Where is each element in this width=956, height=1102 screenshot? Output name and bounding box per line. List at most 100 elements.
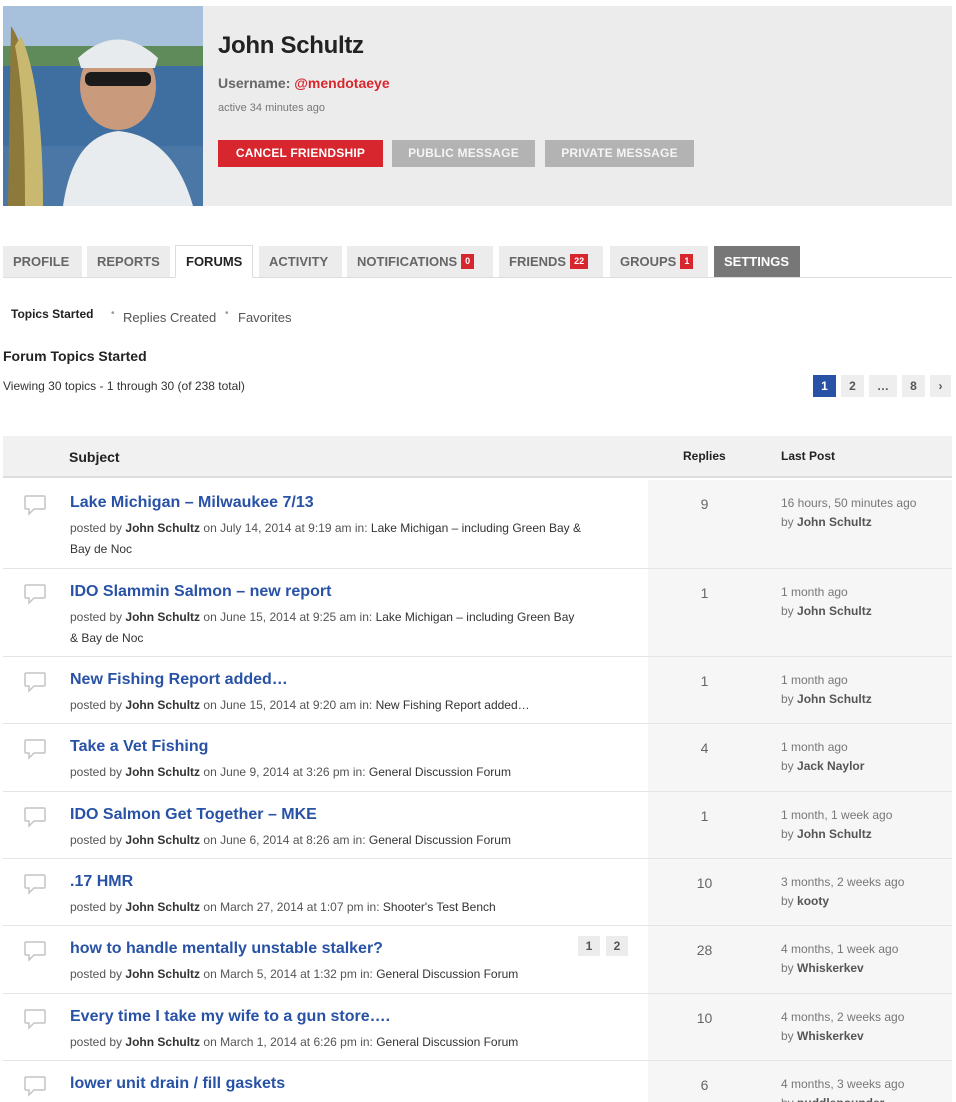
topic-title-link[interactable]: IDO Slammin Salmon – new report (70, 583, 331, 601)
by-label: by (781, 1096, 794, 1102)
last-post: 4 months, 1 week ago by Whiskerkev (781, 940, 898, 978)
last-post-author[interactable]: John Schultz (797, 604, 872, 618)
last-post-time[interactable]: 1 month, 1 week ago (781, 808, 892, 822)
forum-link-continued[interactable]: Bay de Noc (70, 542, 132, 556)
last-post-author[interactable]: Whiskerkev (797, 1029, 864, 1043)
topic-title-link[interactable]: Every time I take my wife to a gun store… (70, 1008, 390, 1026)
last-post-author[interactable]: Whiskerkev (797, 961, 864, 975)
tab-label: REPORTS (97, 254, 160, 269)
tab-label: FRIENDS (509, 254, 567, 269)
in-label: in: (359, 698, 373, 712)
author-link[interactable]: John Schultz (125, 521, 200, 535)
subnav-separator: • (111, 308, 115, 319)
topic-page-1-link[interactable]: 1 (578, 936, 600, 956)
forum-link[interactable]: General Discussion Forum (376, 967, 518, 981)
page-1-link[interactable]: 1 (813, 375, 836, 397)
subnav-topics-started[interactable]: Topics Started (11, 307, 93, 321)
author-link[interactable]: John Schultz (125, 833, 200, 847)
last-post: 1 month ago by John Schultz (781, 671, 872, 709)
by-label: by (781, 827, 794, 841)
by-label: by (781, 894, 794, 908)
forum-link-continued[interactable]: & Bay de Noc (70, 631, 143, 645)
avatar[interactable] (3, 6, 203, 206)
post-date: on March 5, 2014 at 1:32 pm (203, 967, 357, 981)
table-row: IDO Salmon Get Together – MKE posted by … (3, 792, 952, 859)
tab-activity[interactable]: ACTIVITY (259, 246, 342, 277)
chevron-right-icon[interactable]: › (930, 375, 951, 397)
topic-title-link[interactable]: how to handle mentally unstable stalker? (70, 940, 383, 958)
active-status: active 34 minutes ago (218, 102, 326, 114)
username: Username: @mendotaeye (218, 75, 390, 91)
last-post-time[interactable]: 3 months, 2 weeks ago (781, 875, 904, 889)
in-label: in: (352, 765, 366, 779)
forum-link[interactable]: General Discussion Forum (369, 833, 511, 847)
topic-meta: posted by John Schultz on June 15, 2014 … (70, 695, 640, 716)
author-link[interactable]: John Schultz (125, 610, 200, 624)
post-date: on June 15, 2014 at 9:20 am (203, 698, 357, 712)
speech-bubble-icon (24, 584, 46, 605)
page-8-link[interactable]: 8 (902, 375, 925, 397)
topic-title-link[interactable]: .17 HMR (70, 873, 133, 891)
topic-title-link[interactable]: lower unit drain / fill gaskets (70, 1075, 285, 1093)
posted-by-label: posted by (70, 610, 123, 624)
table-row: .17 HMR posted by John Schultz on March … (3, 859, 952, 926)
topic-title-link[interactable]: IDO Salmon Get Together – MKE (70, 806, 317, 824)
topic-title-link[interactable]: Lake Michigan – Milwaukee 7/13 (70, 494, 314, 512)
last-post-time[interactable]: 4 months, 2 weeks ago (781, 1010, 904, 1024)
author-link[interactable]: John Schultz (125, 900, 200, 914)
reply-count: 1 (700, 585, 709, 601)
private-message-button[interactable]: PRIVATE MESSAGE (545, 140, 694, 167)
last-post-time[interactable]: 16 hours, 50 minutes ago (781, 496, 916, 510)
last-post-author[interactable]: Jack Naylor (797, 759, 864, 773)
forum-link[interactable]: New Fishing Report added… (376, 698, 530, 712)
forum-link[interactable]: Lake Michigan – including Green Bay (376, 610, 575, 624)
posted-by-label: posted by (70, 967, 123, 981)
tab-notifications[interactable]: NOTIFICATIONS 0 (347, 246, 493, 277)
last-post: 1 month ago by John Schultz (781, 583, 872, 621)
tab-settings[interactable]: SETTINGS (714, 246, 800, 277)
tab-friends[interactable]: FRIENDS 22 (499, 246, 603, 277)
last-post-author[interactable]: John Schultz (797, 692, 872, 706)
username-handle[interactable]: @mendotaeye (294, 75, 389, 91)
subnav-replies-created[interactable]: Replies Created (123, 310, 216, 325)
tab-groups[interactable]: GROUPS 1 (610, 246, 708, 277)
posted-by-label: posted by (70, 521, 123, 535)
table-row: Lake Michigan – Milwaukee 7/13 posted by… (3, 480, 952, 569)
last-post-author[interactable]: puddlepounder (797, 1096, 884, 1102)
tab-reports[interactable]: REPORTS (87, 246, 170, 277)
profile-name: John Schultz (218, 32, 364, 59)
author-link[interactable]: John Schultz (125, 698, 200, 712)
friends-count-badge: 22 (570, 254, 589, 270)
posted-by-label: posted by (70, 1035, 123, 1049)
forum-link[interactable]: General Discussion Forum (376, 1035, 518, 1049)
cancel-friendship-button[interactable]: CANCEL FRIENDSHIP (218, 140, 383, 167)
in-label: in: (354, 521, 368, 535)
forum-link[interactable]: General Discussion Forum (369, 765, 511, 779)
last-post-time[interactable]: 1 month ago (781, 673, 848, 687)
last-post-time[interactable]: 4 months, 3 weeks ago (781, 1077, 904, 1091)
last-post-time[interactable]: 1 month ago (781, 740, 848, 754)
forum-link[interactable]: Lake Michigan – including Green Bay & (371, 521, 581, 535)
tab-profile[interactable]: PROFILE (3, 246, 82, 277)
reply-count: 4 (700, 740, 709, 756)
in-label: in: (360, 967, 373, 981)
author-link[interactable]: John Schultz (125, 967, 200, 981)
last-post-author[interactable]: John Schultz (797, 515, 872, 529)
tab-forums[interactable]: FORUMS (175, 245, 253, 278)
topic-title-link[interactable]: Take a Vet Fishing (70, 738, 208, 756)
topic-title-link[interactable]: New Fishing Report added… (70, 671, 288, 689)
notifications-count-badge: 0 (461, 254, 475, 270)
last-post-time[interactable]: 1 month ago (781, 585, 848, 599)
author-link[interactable]: John Schultz (125, 765, 200, 779)
speech-bubble-icon (24, 672, 46, 693)
last-post-time[interactable]: 4 months, 1 week ago (781, 942, 898, 956)
last-post-author[interactable]: John Schultz (797, 827, 872, 841)
page-2-link[interactable]: 2 (841, 375, 864, 397)
forum-link[interactable]: Shooter's Test Bench (383, 900, 496, 914)
subnav-favorites[interactable]: Favorites (238, 310, 291, 325)
topic-meta: posted by John Schultz on June 6, 2014 a… (70, 830, 640, 851)
public-message-button[interactable]: PUBLIC MESSAGE (392, 140, 535, 167)
topic-page-2-link[interactable]: 2 (606, 936, 628, 956)
last-post-author[interactable]: kooty (797, 894, 829, 908)
author-link[interactable]: John Schultz (125, 1035, 200, 1049)
